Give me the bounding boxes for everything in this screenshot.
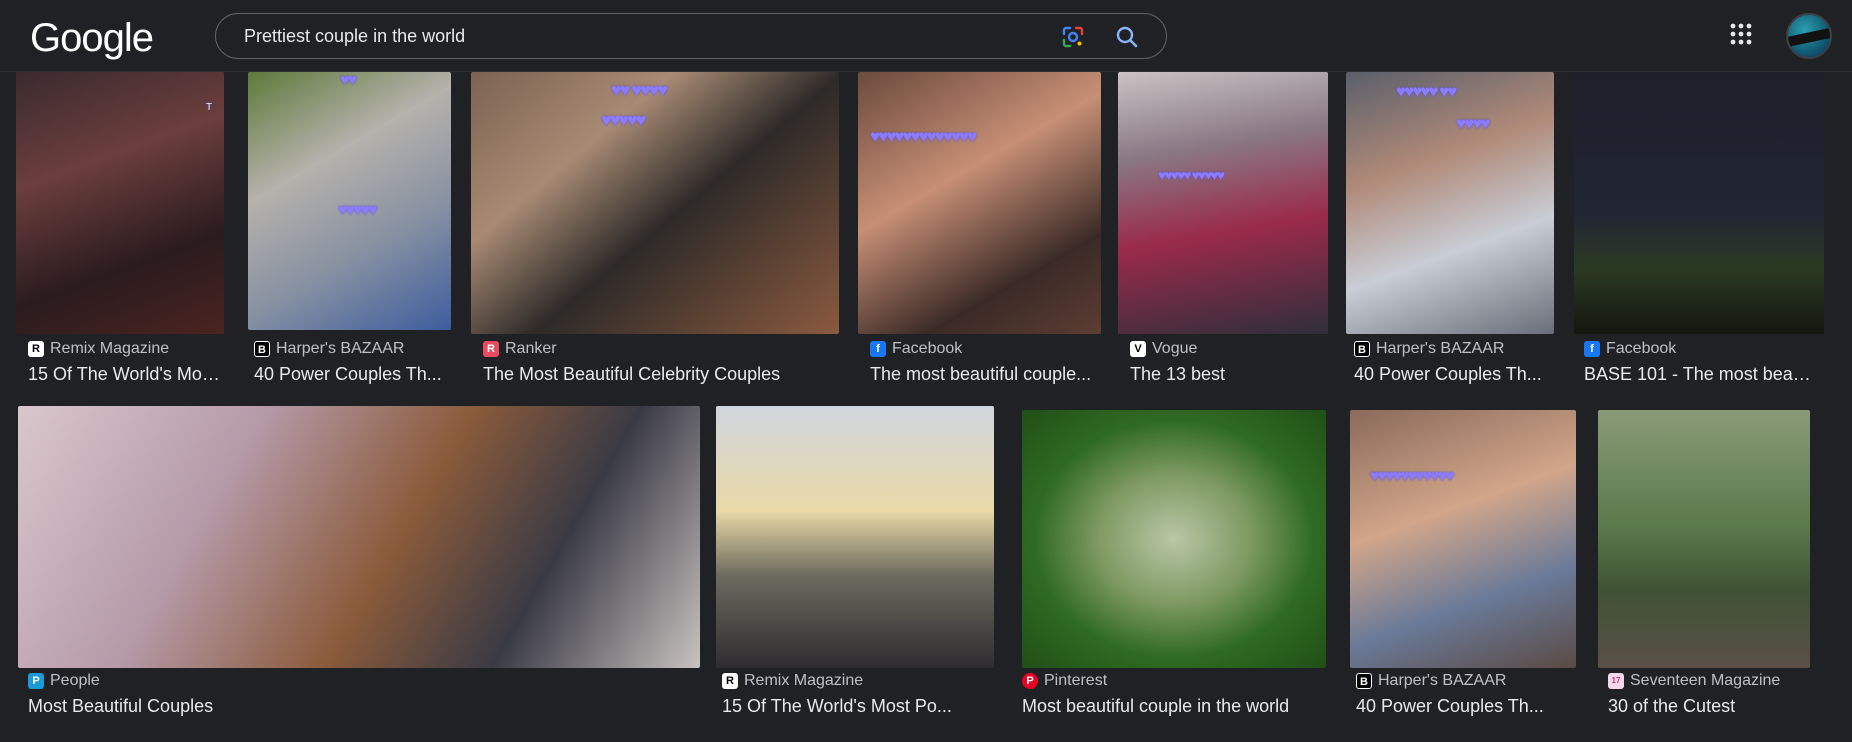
source-favicon-icon: R <box>28 341 44 357</box>
source-name: Ranker <box>505 340 557 357</box>
result-thumbnail[interactable]: T <box>16 72 224 334</box>
result-source[interactable]: R Remix Magazine <box>28 340 169 358</box>
result-thumbnail[interactable] <box>1598 410 1810 668</box>
source-favicon-icon: f <box>870 341 886 357</box>
sticker-overlay: T <box>206 102 212 113</box>
source-favicon-icon: R <box>483 341 499 357</box>
source-favicon-icon: B <box>254 341 270 357</box>
result-thumbnail[interactable]: ♥♥♥♥♥ ♥♥ ♥♥♥♥ <box>1346 72 1554 334</box>
result-thumbnail[interactable]: ♥♥ ♥♥♥♥ ♥♥♥♥♥ <box>471 72 839 334</box>
result-thumbnail[interactable]: ♥♥♥♥♥♥♥♥♥♥♥ <box>1350 410 1576 668</box>
result-source[interactable]: R Ranker <box>483 340 557 358</box>
result-title[interactable]: 40 Power Couples Th... <box>1356 696 1576 717</box>
source-name: Seventeen Magazine <box>1630 672 1781 689</box>
result-title[interactable]: 15 Of The World's Most Po... <box>722 696 982 717</box>
result-title[interactable]: BASE 101 - The most beautiful... <box>1584 364 1814 385</box>
source-name: Remix Magazine <box>50 340 170 357</box>
sticker-overlay: ♥♥ ♥♥♥♥ <box>611 80 668 100</box>
result-source[interactable]: P People <box>28 672 100 690</box>
result-source[interactable]: B Harper's BAZAAR <box>254 340 404 358</box>
result-title[interactable]: Most beautiful couple in the world <box>1022 696 1322 717</box>
result-title[interactable]: Most Beautiful Couples <box>28 696 428 717</box>
avatar-graphic <box>1788 27 1830 47</box>
sticker-overlay: ♥♥♥♥♥ <box>338 202 377 219</box>
result-thumbnail[interactable]: ♥♥ ♥♥♥♥♥ <box>248 72 451 330</box>
result-thumbnail[interactable] <box>716 406 994 668</box>
result-source[interactable]: f Facebook <box>1584 340 1676 358</box>
source-name: Vogue <box>1152 340 1198 357</box>
result-source[interactable]: B Harper's BAZAAR <box>1354 340 1504 358</box>
result-thumbnail[interactable] <box>18 406 700 668</box>
sticker-overlay: ♥♥♥♥♥ ♥♥ <box>1396 82 1457 101</box>
result-source[interactable]: R Remix Magazine <box>722 672 863 690</box>
source-name: Harper's BAZAAR <box>276 340 405 357</box>
search-input[interactable]: Prettiest couple in the world <box>244 26 465 47</box>
source-name: Harper's BAZAAR <box>1376 340 1505 357</box>
source-favicon-icon: P <box>1022 673 1038 689</box>
source-favicon-icon: f <box>1584 341 1600 357</box>
account-avatar[interactable] <box>1786 13 1832 59</box>
result-title[interactable]: 40 Power Couples Th... <box>254 364 454 385</box>
result-source[interactable]: P Pinterest <box>1022 672 1107 690</box>
result-thumbnail[interactable] <box>1022 410 1326 668</box>
search-icon[interactable] <box>1114 24 1140 50</box>
result-thumbnail[interactable] <box>1574 72 1824 334</box>
source-name: Harper's BAZAAR <box>1378 672 1507 689</box>
source-favicon-icon: B <box>1354 341 1370 357</box>
result-title[interactable]: 30 of the Cutest <box>1608 696 1808 717</box>
source-name: Pinterest <box>1044 672 1108 689</box>
apps-grid-icon[interactable] <box>1728 21 1754 47</box>
result-title[interactable]: The 13 best <box>1130 364 1330 385</box>
google-logo[interactable]: Google <box>30 16 154 61</box>
sticker-overlay: ♥♥♥♥♥ <box>601 110 646 130</box>
sticker-overlay: ♥♥♥♥♥ ♥♥♥♥♥ <box>1158 167 1225 183</box>
result-thumbnail[interactable]: ♥♥♥♥♥ ♥♥♥♥♥ <box>1118 72 1328 334</box>
sticker-overlay: ♥♥♥♥ <box>1456 114 1490 133</box>
result-thumbnail[interactable]: ♥♥♥♥♥♥♥♥♥♥♥♥♥ <box>858 72 1101 334</box>
sticker-overlay: ♥♥ <box>340 72 357 89</box>
top-bar: Google Prettiest couple in the world <box>0 0 1852 72</box>
result-source[interactable]: 17 Seventeen Magazine <box>1608 672 1780 690</box>
source-favicon-icon: P <box>28 673 44 689</box>
sticker-overlay: ♥♥♥♥♥♥♥♥♥♥♥♥♥ <box>870 127 977 146</box>
source-name: Facebook <box>1606 340 1677 357</box>
result-source[interactable]: f Facebook <box>870 340 962 358</box>
google-lens-icon[interactable] <box>1060 24 1086 50</box>
result-source[interactable]: B Harper's BAZAAR <box>1356 672 1506 690</box>
source-name: Facebook <box>892 340 963 357</box>
result-title[interactable]: 40 Power Couples Th... <box>1354 364 1554 385</box>
source-favicon-icon: R <box>722 673 738 689</box>
source-favicon-icon: 17 <box>1608 673 1624 689</box>
search-box[interactable]: Prettiest couple in the world <box>215 13 1167 59</box>
result-title[interactable]: The most beautiful couple... <box>870 364 1095 385</box>
result-title[interactable]: 15 Of The World's Most Po... <box>28 364 228 385</box>
sticker-overlay: ♥♥♥♥♥♥♥♥♥♥♥ <box>1370 468 1454 485</box>
source-name: People <box>50 672 100 689</box>
source-favicon-icon: V <box>1130 341 1146 357</box>
result-source[interactable]: V Vogue <box>1130 340 1197 358</box>
source-favicon-icon: B <box>1356 673 1372 689</box>
result-title[interactable]: The Most Beautiful Celebrity Couples <box>483 364 843 385</box>
source-name: Remix Magazine <box>744 672 864 689</box>
